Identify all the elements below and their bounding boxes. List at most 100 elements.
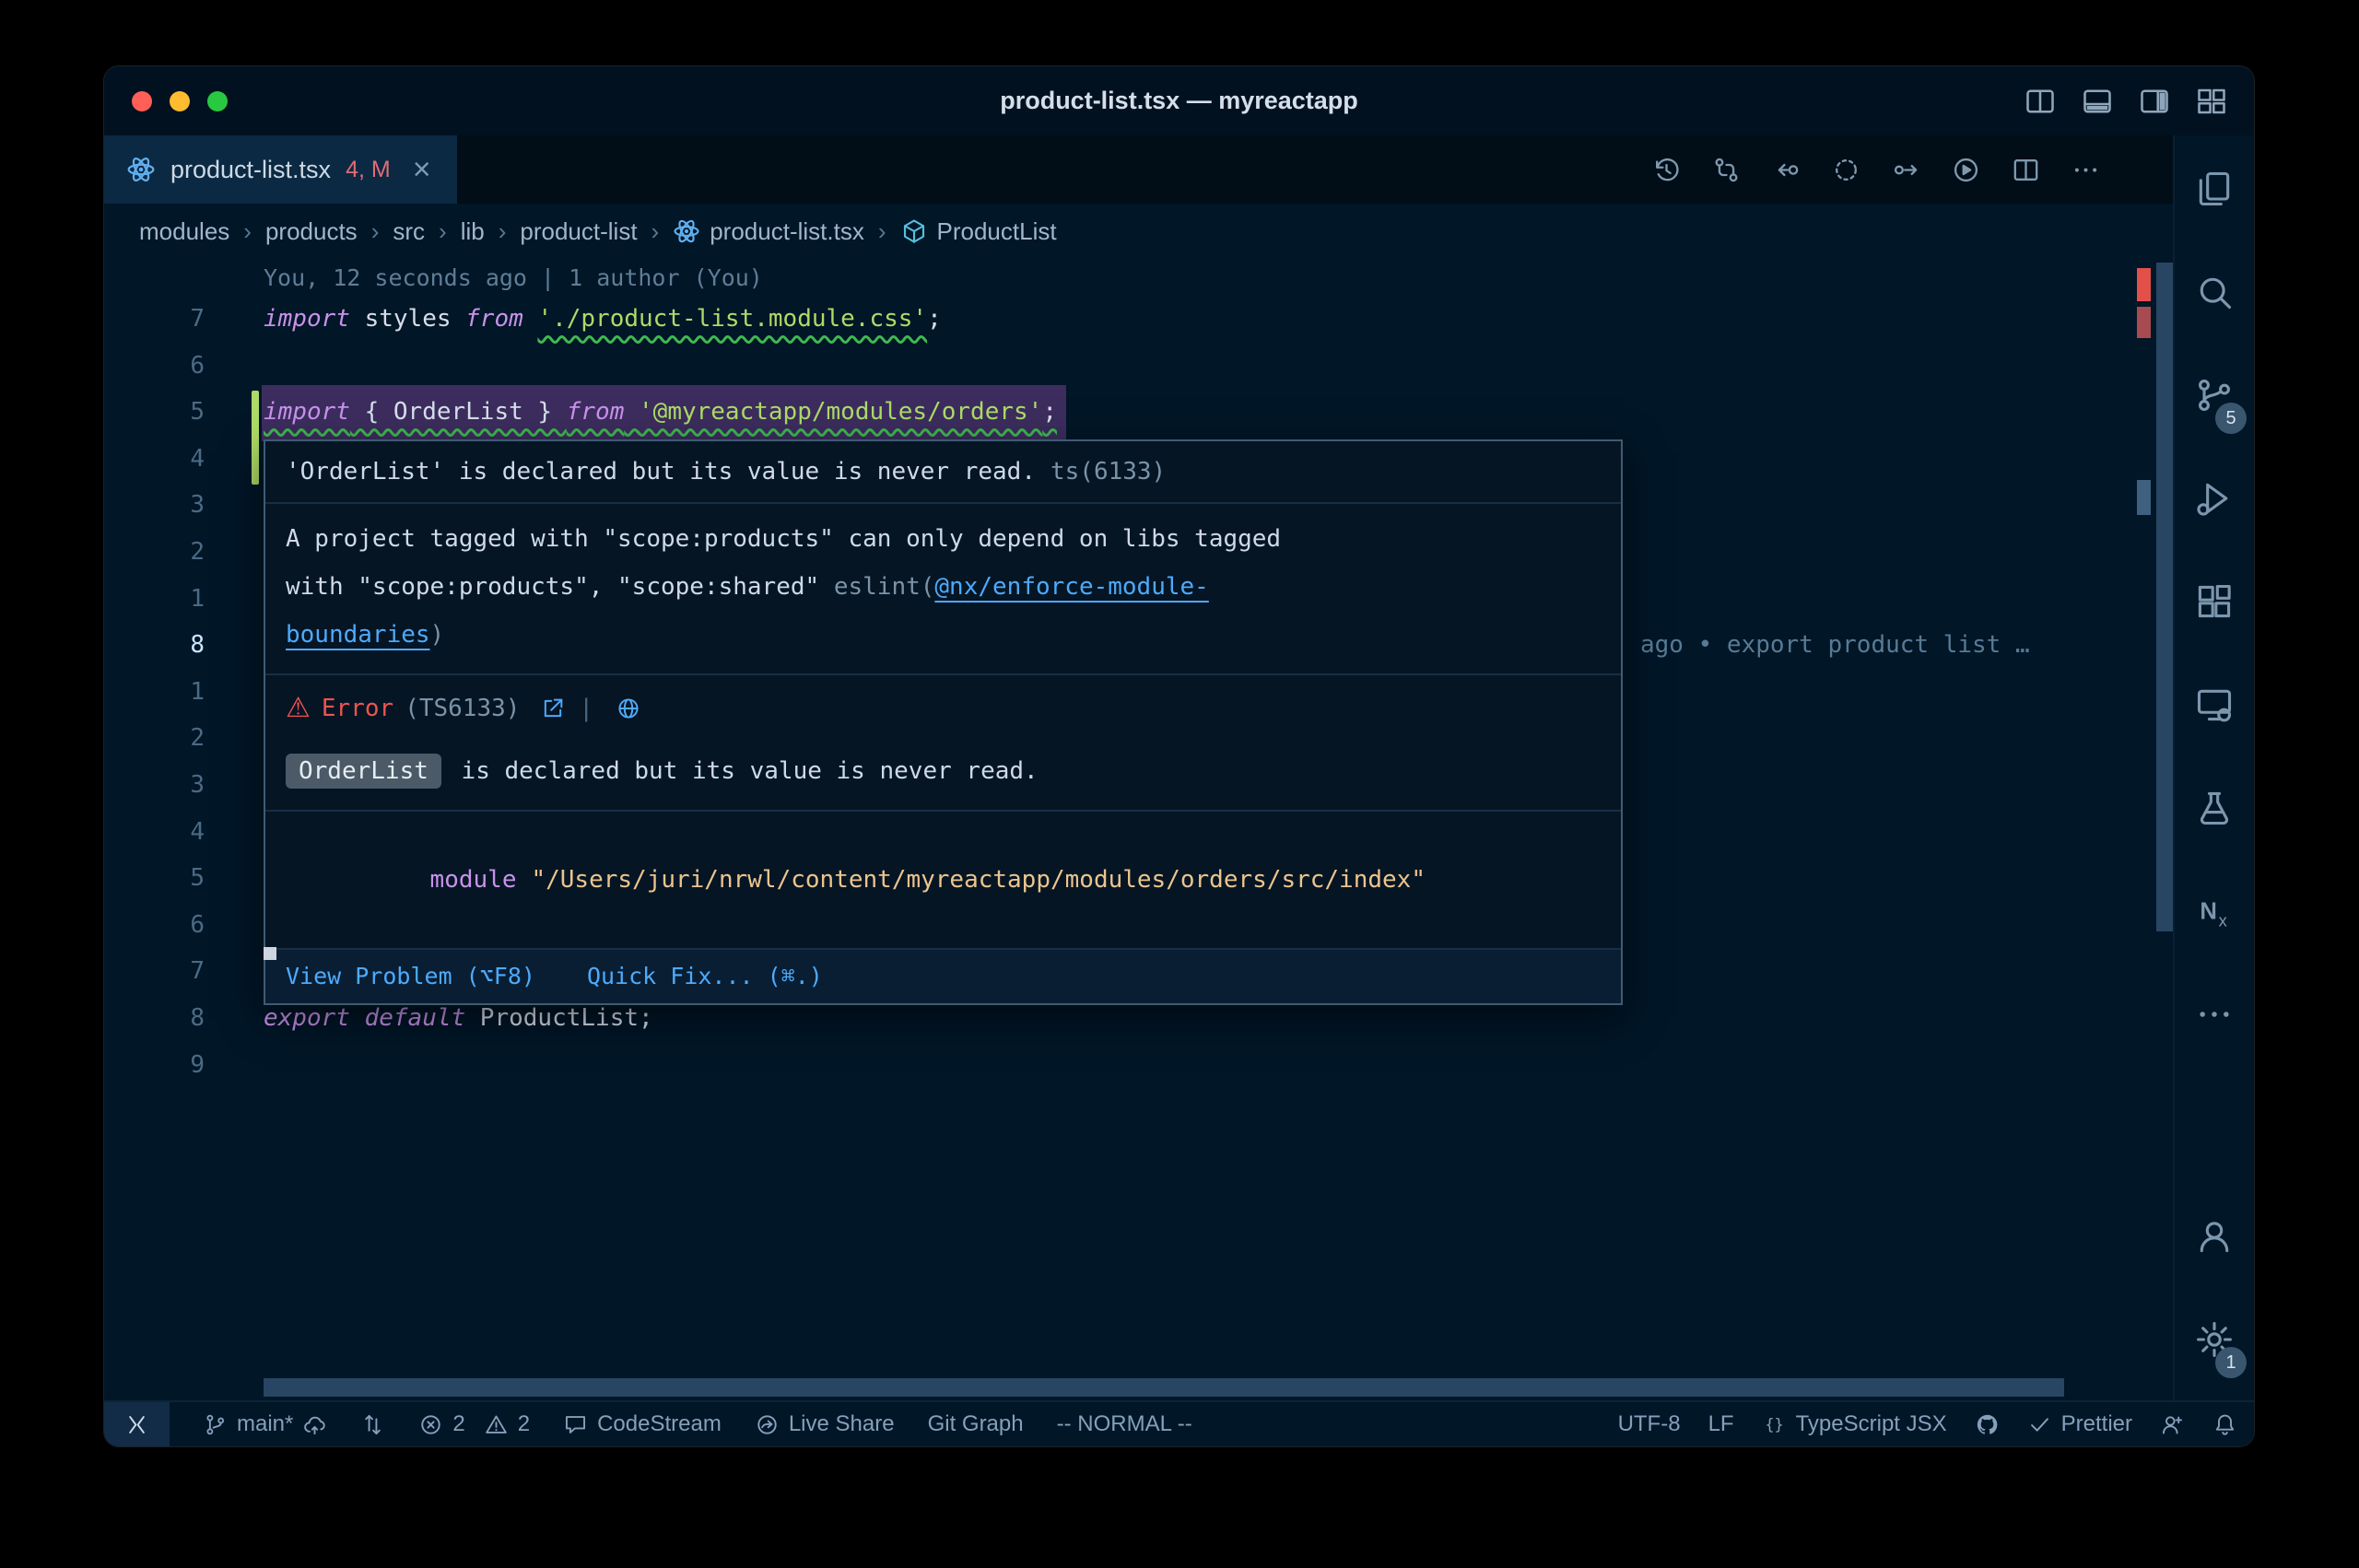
vscode-window: product-list.tsx — myreactapp product-li… xyxy=(104,66,2254,1446)
activity-explorer[interactable] xyxy=(2175,137,2254,240)
account-icon xyxy=(2194,1216,2235,1257)
gutter-change-indicator xyxy=(252,391,259,485)
status-git-graph[interactable]: Git Graph xyxy=(928,1402,1024,1446)
layout-columns-icon[interactable] xyxy=(2024,85,2057,118)
status-problems[interactable]: 22 xyxy=(418,1402,530,1446)
activity-extensions[interactable] xyxy=(2175,550,2254,653)
eslint-rule-link[interactable]: @nx/enforce-module- xyxy=(934,573,1208,601)
activity-nx-console[interactable]: Nx xyxy=(2175,860,2254,963)
overview-ruler-error-mark xyxy=(2137,268,2151,301)
hover-tooltip: 'OrderList' is declared but its value is… xyxy=(264,439,1623,1005)
error-row: ⚠ Error(TS6133) | xyxy=(286,692,1601,725)
react-icon xyxy=(126,155,156,184)
status-remote[interactable] xyxy=(104,1402,170,1446)
breadcrumb-item-modules[interactable]: modules xyxy=(139,217,229,246)
line-number: 5 xyxy=(104,855,205,902)
status-github[interactable] xyxy=(1975,1402,2000,1446)
activity-run-debug[interactable] xyxy=(2175,447,2254,550)
status-language[interactable]: {} TypeScript JSX xyxy=(1762,1402,1947,1446)
vertical-scrollbar[interactable] xyxy=(2156,263,2173,931)
line-number: 8 xyxy=(104,622,205,669)
more-actions-icon[interactable] xyxy=(2071,155,2101,185)
inline-blame: ago • export product list … xyxy=(1640,622,2030,669)
warning-icon xyxy=(484,1412,509,1437)
titlebar-layout-controls xyxy=(2024,66,2228,135)
module-row: module"/Users/juri/nrwl/content/myreacta… xyxy=(265,812,1621,950)
horizontal-scrollbar[interactable] xyxy=(264,1378,2064,1397)
activity-settings[interactable]: 1 xyxy=(2175,1288,2254,1391)
globe-icon[interactable] xyxy=(616,696,641,721)
status-bar: main* 22 CodeStream Live Share Git Graph -- N… xyxy=(104,1400,2254,1446)
breadcrumb-item-src[interactable]: src xyxy=(393,217,425,246)
status-label: TypeScript JSX xyxy=(1796,1411,1947,1437)
breadcrumb-item-products[interactable]: products xyxy=(265,217,358,246)
history-icon[interactable] xyxy=(1651,155,1682,185)
chip-message: is declared but its value is never read. xyxy=(447,757,1039,785)
layout-grid-icon[interactable] xyxy=(2195,85,2228,118)
code-line[interactable]: import styles from './product-list.modul… xyxy=(264,296,942,343)
hover-action-quick-fix[interactable]: Quick Fix... (⌘.) xyxy=(587,961,823,992)
tab-product-list[interactable]: product-list.tsx 4, M × xyxy=(104,135,457,204)
status-codestream[interactable]: CodeStream xyxy=(563,1402,722,1446)
status-vim-mode[interactable]: -- NORMAL -- xyxy=(1057,1402,1192,1446)
activity-more-views[interactable] xyxy=(2175,963,2254,1066)
breadcrumb-item-product-list[interactable]: product-list xyxy=(520,217,637,246)
layout-panel-icon[interactable] xyxy=(2081,85,2114,118)
activity-remote-explorer[interactable] xyxy=(2175,653,2254,756)
hover-error-detail: ⚠ Error(TS6133) | OrderList is declared … xyxy=(265,675,1621,812)
tab-close-icon[interactable]: × xyxy=(413,154,431,185)
status-notifications[interactable] xyxy=(2212,1402,2237,1446)
line-number: 5 xyxy=(104,389,205,436)
git-compare-icon[interactable] xyxy=(1711,155,1742,185)
open-external-icon[interactable] xyxy=(540,696,566,721)
run-all-icon[interactable] xyxy=(1891,155,1921,185)
hover-actions: View Problem (⌥F8) Quick Fix... (⌘.) xyxy=(265,950,1621,1003)
bell-icon xyxy=(2212,1412,2237,1437)
hover-message: 'OrderList' is declared but its value is… xyxy=(286,458,1036,486)
close-button[interactable] xyxy=(132,91,152,111)
editor[interactable]: You, 12 seconds ago | 1 author (You) 765… xyxy=(104,259,2175,1400)
breadcrumb-item-product-list-tsx[interactable]: product-list.tsx xyxy=(673,217,864,246)
chevron-right-icon: › xyxy=(651,217,660,246)
cloud-upload-icon xyxy=(302,1412,327,1437)
hover-lint-message: A project tagged with "scope:products" c… xyxy=(265,504,1621,675)
line-number: 1 xyxy=(104,576,205,623)
layout-sidebar-right-icon[interactable] xyxy=(2138,85,2171,118)
run-icon[interactable] xyxy=(1951,155,1981,185)
warning-count: 2 xyxy=(518,1411,530,1437)
minimize-button[interactable] xyxy=(170,91,190,111)
status-feedback[interactable] xyxy=(2160,1402,2185,1446)
source-branch-icon xyxy=(203,1412,228,1437)
status-live-share[interactable]: Live Share xyxy=(755,1402,895,1446)
status-branch[interactable]: main* xyxy=(203,1402,327,1446)
status-eol[interactable]: LF xyxy=(1708,1402,1734,1446)
line-number: 6 xyxy=(104,902,205,949)
status-right-group: UTF-8 LF {} TypeScript JSX Prettier xyxy=(1618,1402,2237,1446)
separator: | xyxy=(579,692,593,725)
zoom-button[interactable] xyxy=(207,91,228,111)
tab-bar: product-list.tsx 4, M × xyxy=(104,135,2254,204)
activity-accounts[interactable] xyxy=(2175,1185,2254,1288)
compare-arrows-icon xyxy=(360,1412,385,1437)
status-compare[interactable] xyxy=(360,1402,385,1446)
svg-text:N: N xyxy=(2200,898,2217,924)
eslint-rule-link[interactable]: boundaries xyxy=(286,621,430,649)
split-editor-icon[interactable] xyxy=(2011,155,2041,185)
svg-text:{}: {} xyxy=(1765,1415,1783,1433)
status-prettier[interactable]: Prettier xyxy=(2027,1402,2132,1446)
breadcrumb-item-productlist[interactable]: ProductList xyxy=(900,217,1057,246)
breadcrumb-item-lib[interactable]: lib xyxy=(461,217,485,246)
status-label: LF xyxy=(1708,1411,1734,1437)
lint-line: with "scope:products", "scope:shared" es… xyxy=(286,563,1601,611)
status-encoding[interactable]: UTF-8 xyxy=(1618,1402,1681,1446)
hover-resize-grip[interactable] xyxy=(264,947,276,960)
code-line[interactable]: import { OrderList } from '@myreactapp/m… xyxy=(264,389,1057,436)
open-changes-icon[interactable] xyxy=(1771,155,1802,185)
breadcrumb-label: product-list.tsx xyxy=(710,217,864,246)
activity-testing[interactable] xyxy=(2175,756,2254,860)
activity-source-control[interactable]: 5 xyxy=(2175,344,2254,447)
activity-search[interactable] xyxy=(2175,240,2254,344)
circle-dotted-icon[interactable] xyxy=(1831,155,1861,185)
hover-action-view-problem[interactable]: View Problem (⌥F8) xyxy=(286,961,535,992)
traffic-lights xyxy=(132,66,228,135)
